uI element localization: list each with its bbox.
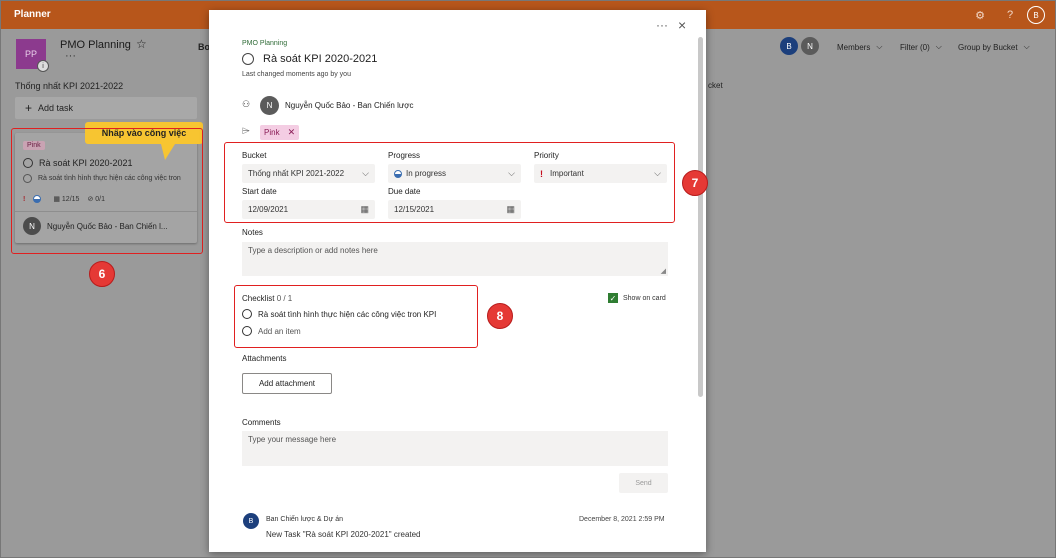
step-badge-8: 8 <box>487 303 513 329</box>
app-title: Planner <box>14 9 51 20</box>
close-icon[interactable]: × <box>678 17 686 33</box>
filter-dropdown[interactable]: Filter (0) ⌵ <box>900 42 942 52</box>
app-frame: Planner ⚙ ? B PP i PMO Planning ☆ ··· Bo… <box>0 0 1056 558</box>
highlight-box-task-card <box>11 128 203 254</box>
comment-input[interactable]: Type your message here <box>242 431 668 466</box>
send-button[interactable]: Send <box>619 473 668 493</box>
add-attachment-button[interactable]: Add attachment <box>242 373 332 394</box>
step-badge-7: 7 <box>682 170 708 196</box>
step-badge-6: 6 <box>89 261 115 287</box>
group-by-dropdown[interactable]: Group by Bucket ⌵ <box>958 42 1030 52</box>
label-tag: Pink ✕ <box>260 125 300 140</box>
chevron-down-icon: ⌵ <box>935 42 942 51</box>
task-details-dialog: ··· × PMO Planning Rà soát KPI 2020-2021… <box>209 10 706 552</box>
notes-label: Notes <box>242 228 263 237</box>
label-tag-text: Pink <box>264 128 280 137</box>
user-avatar[interactable]: B <box>1027 6 1045 24</box>
chevron-down-icon: ⌵ <box>876 42 883 51</box>
activity-text: New Task "Rà soát KPI 2020-2021" created <box>266 530 421 539</box>
task-plan-name[interactable]: PMO Planning <box>242 40 287 47</box>
bucket-title-partial: cket <box>708 81 723 90</box>
highlight-box-checklist <box>234 285 478 348</box>
more-dots-icon[interactable]: ··· <box>656 18 668 32</box>
filter-label: Filter (0) <box>900 42 930 52</box>
notes-textarea[interactable]: Type a description or add notes here ◢ <box>242 242 668 276</box>
avatar: N <box>260 96 279 115</box>
last-changed-text: Last changed moments ago by you <box>242 71 351 78</box>
bucket-title: Thống nhất KPI 2021-2022 <box>15 81 124 91</box>
tag-icon[interactable]: ⌲ <box>242 126 250 137</box>
remove-label-icon[interactable]: ✕ <box>288 127 296 138</box>
add-task-label: Add task <box>38 103 74 113</box>
task-title-row: Rà soát KPI 2020-2021 <box>242 53 377 65</box>
comments-label: Comments <box>242 418 281 427</box>
checkbox-checked-icon[interactable]: ✓ <box>608 293 618 303</box>
task-title[interactable]: Rà soát KPI 2020-2021 <box>263 53 377 65</box>
plan-info-icon[interactable]: i <box>37 60 49 72</box>
dialog-scrollbar[interactable] <box>698 37 703 397</box>
activity-user: Ban Chiến lược & Dự án <box>266 516 343 523</box>
members-dropdown[interactable]: Members ⌵ <box>837 42 882 52</box>
help-icon[interactable]: ? <box>1001 6 1019 24</box>
members-label: Members <box>837 42 871 52</box>
settings-gear-icon[interactable]: ⚙ <box>971 6 989 24</box>
member-avatar[interactable]: N <box>801 37 819 55</box>
more-dots-icon[interactable]: ··· <box>65 50 76 62</box>
activity-timestamp: December 8, 2021 2:59 PM <box>579 516 665 523</box>
member-avatar[interactable]: B <box>780 37 798 55</box>
resize-handle-icon[interactable]: ◢ <box>661 267 666 275</box>
highlight-box-fields <box>224 142 675 223</box>
avatar: B <box>243 513 259 529</box>
group-by-label: Group by Bucket <box>958 42 1018 52</box>
attachments-label: Attachments <box>242 354 287 363</box>
complete-task-circle[interactable] <box>242 53 254 65</box>
assignee[interactable]: N Nguyễn Quốc Bảo - Ban Chiến lược <box>260 96 413 115</box>
comment-placeholder: Type your message here <box>248 435 337 444</box>
show-on-card-toggle[interactable]: ✓ Show on card <box>608 293 666 303</box>
plus-icon: + <box>25 101 33 115</box>
person-icon[interactable]: ⚇ <box>242 99 250 110</box>
star-icon[interactable]: ☆ <box>136 37 147 51</box>
notes-placeholder: Type a description or add notes here <box>248 246 378 255</box>
show-on-card-label: Show on card <box>623 294 666 302</box>
assignee-name: Nguyễn Quốc Bảo - Ban Chiến lược <box>285 101 414 110</box>
chevron-down-icon: ⌵ <box>1023 42 1030 51</box>
add-task-button[interactable]: + Add task <box>15 97 197 119</box>
